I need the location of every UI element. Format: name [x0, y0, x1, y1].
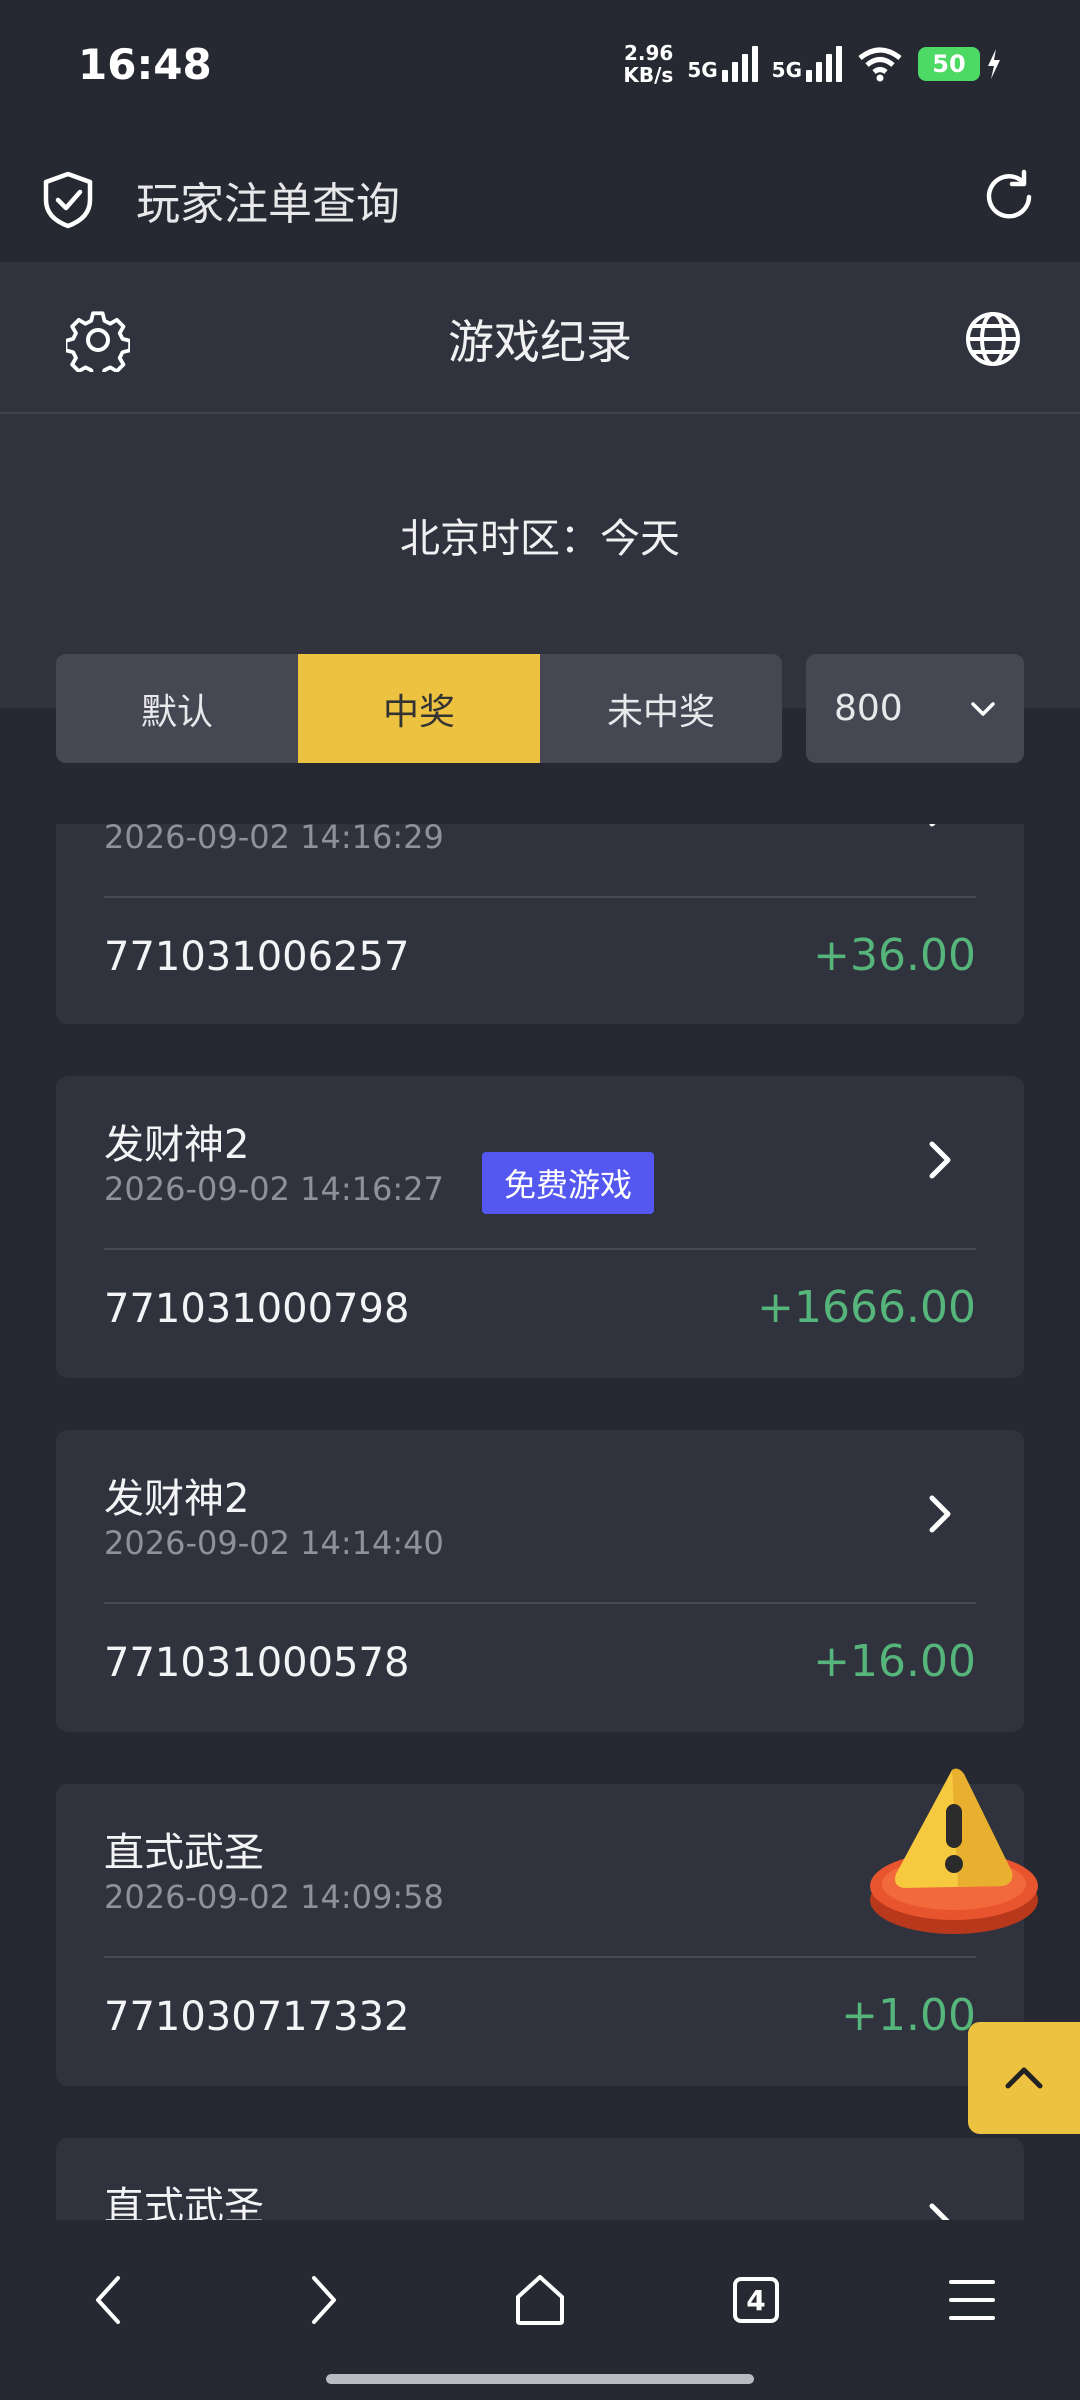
- game-name: 发财神2: [104, 1122, 250, 1168]
- status-bar: 16:48 2.96 KB/s 5G 5G 50: [0, 0, 1080, 140]
- win-amount: +36.00: [813, 930, 976, 981]
- record-card[interactable]: 发财神2 2026-09-02 14:14:40 771031000578 +1…: [56, 1430, 1024, 1732]
- network-speed: 2.96 KB/s: [623, 41, 674, 87]
- status-time: 16:48: [78, 40, 212, 89]
- win-amount: +1666.00: [757, 1282, 976, 1333]
- nav-title: 游戏纪录: [448, 315, 632, 369]
- menu-icon: [949, 2280, 995, 2320]
- chevron-right-icon[interactable]: [928, 1140, 952, 1180]
- sim2-signal-icon: 5G: [772, 46, 842, 82]
- record-time: 2026-09-02 14:09:58: [104, 1878, 444, 1916]
- forward-button[interactable]: [288, 2264, 360, 2336]
- browser-bottom-nav: 4: [0, 2220, 1080, 2400]
- game-name: 发财神2: [104, 1476, 250, 1522]
- sim1-signal-icon: 5G: [687, 46, 758, 82]
- record-list[interactable]: 2026-09-02 14:16:29 771031006257 +36.00 …: [0, 824, 1080, 2220]
- charging-icon: [988, 49, 1000, 79]
- game-name: 直式武圣: [104, 1830, 264, 1876]
- home-button[interactable]: [504, 2264, 576, 2336]
- record-time: 2026-09-02 14:14:40: [104, 1524, 444, 1562]
- order-number: 771031000798: [104, 1286, 410, 1332]
- card-divider: [104, 896, 976, 898]
- menu-button[interactable]: [936, 2264, 1008, 2336]
- filter-tab-lost[interactable]: 未中奖: [540, 654, 782, 763]
- tab-count: 4: [733, 2277, 779, 2323]
- chevron-up-icon: [1005, 2067, 1043, 2089]
- order-number: 771031000578: [104, 1640, 410, 1686]
- order-number: 771030717332: [104, 1994, 410, 2040]
- game-name: 直式武圣: [104, 2184, 264, 2220]
- chevron-left-icon: [96, 2276, 120, 2324]
- win-amount: +16.00: [813, 1636, 976, 1687]
- shield-check-icon: [43, 171, 93, 229]
- status-indicators: 2.96 KB/s 5G 5G 50: [623, 42, 1002, 86]
- app-header: 玩家注单查询: [0, 140, 1080, 262]
- gesture-home-bar[interactable]: [326, 2374, 754, 2384]
- chevron-right-icon[interactable]: [928, 2202, 952, 2220]
- refresh-icon[interactable]: [980, 168, 1038, 226]
- page-size-select[interactable]: 800: [806, 654, 1024, 763]
- chevron-right-icon: [312, 2276, 336, 2324]
- record-time: 2026-09-02 14:16:27: [104, 1170, 444, 1208]
- globe-icon[interactable]: [964, 310, 1022, 368]
- chevron-right-icon[interactable]: [928, 824, 952, 828]
- order-number: 771031006257: [104, 934, 410, 980]
- record-time: 2026-09-02 14:16:29: [104, 824, 444, 856]
- timezone-label: 北京时区：今天: [400, 516, 680, 562]
- card-divider: [104, 1248, 976, 1250]
- record-card[interactable]: 2026-09-02 14:16:29 771031006257 +36.00: [56, 824, 1024, 1024]
- tabs-button[interactable]: 4: [720, 2264, 792, 2336]
- page-size-value: 800: [834, 688, 903, 729]
- record-card[interactable]: 直式武圣: [56, 2138, 1024, 2220]
- nav-bar: 游戏纪录: [0, 262, 1080, 414]
- wifi-icon: [858, 47, 902, 82]
- warning-icon[interactable]: [866, 1762, 1044, 1942]
- filter-tab-default[interactable]: 默认: [56, 654, 298, 763]
- chevron-down-icon: [971, 701, 995, 716]
- filter-tab-won[interactable]: 中奖: [298, 654, 540, 763]
- page-title: 玩家注单查询: [136, 179, 400, 230]
- chevron-right-icon[interactable]: [928, 1494, 952, 1534]
- back-to-top-button[interactable]: [968, 2022, 1080, 2134]
- card-divider: [104, 1602, 976, 1604]
- result-filter-tabs: 默认 中奖 未中奖: [56, 654, 782, 763]
- card-divider: [104, 1956, 976, 1958]
- record-card[interactable]: 发财神2 2026-09-02 14:16:27 免费游戏 7710310007…: [56, 1076, 1024, 1378]
- records-panel-header: 游戏纪录 北京时区：今天: [0, 262, 1080, 708]
- battery-level: 50: [918, 47, 980, 81]
- home-icon: [516, 2275, 564, 2325]
- back-button[interactable]: [72, 2264, 144, 2336]
- free-game-badge: 免费游戏: [482, 1152, 655, 1214]
- win-amount: +1.00: [841, 1990, 976, 2041]
- battery-indicator: 50: [918, 47, 1002, 81]
